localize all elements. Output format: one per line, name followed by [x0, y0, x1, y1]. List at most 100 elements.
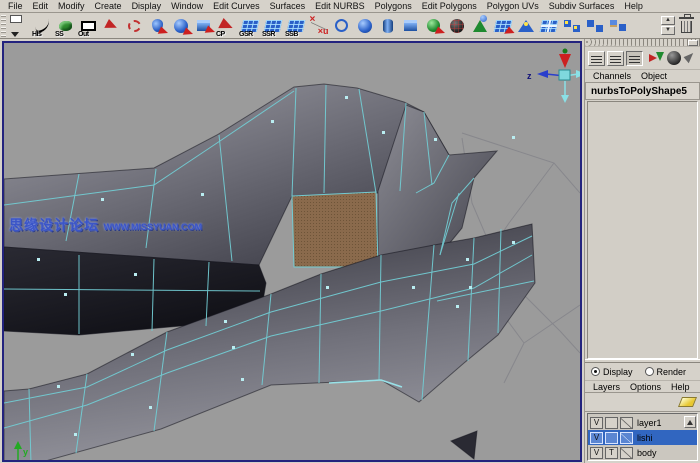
ssr-button[interactable]: SSR [261, 14, 284, 38]
layer-color-swatch[interactable] [620, 447, 633, 459]
menu-create[interactable]: Create [90, 1, 127, 11]
texture-sphere-icon-glyph [450, 19, 464, 33]
menu-subdiv-surfaces[interactable]: Subdiv Surfaces [544, 1, 620, 11]
layer-name: body [635, 448, 657, 458]
viewport-area: z y 思缘设计论坛 WWW.MISSYUAN.COM [0, 39, 584, 463]
nurbs-circle-icon[interactable] [330, 14, 353, 38]
perspective-viewport[interactable]: z y 思缘设计论坛 WWW.MISSYUAN.COM [2, 41, 582, 462]
menu-edit-polygons[interactable]: Edit Polygons [417, 1, 482, 11]
menu-bar: FileEditModifyCreateDisplayWindowEdit Cu… [0, 0, 700, 13]
duplicate-face-icon[interactable] [560, 14, 583, 38]
panel-grip[interactable] [585, 39, 700, 47]
shelf-spinner: ▲ ▼ [661, 16, 675, 35]
template-toggle[interactable] [605, 417, 618, 429]
layer-menu-options[interactable]: Options [626, 382, 665, 392]
visibility-toggle[interactable]: V [590, 417, 603, 429]
texture-sphere-icon[interactable] [445, 14, 468, 38]
menu-file[interactable]: File [3, 1, 28, 11]
extrude-face-icon[interactable] [606, 14, 629, 38]
outline-button[interactable]: Out [77, 14, 100, 38]
layer-menu-help[interactable]: Help [667, 382, 694, 392]
sphere-primitive-icon-glyph [358, 19, 372, 33]
display-radio[interactable]: Display [591, 367, 633, 377]
object-name[interactable]: nurbsToPolyShape5 [585, 83, 700, 100]
layer-menu-layers[interactable]: Layers [589, 382, 624, 392]
layer-editor: Display Render LayersOptionsHelp Vlayer1… [585, 363, 700, 463]
history-button[interactable]: His [31, 14, 54, 38]
template-toggle[interactable] [605, 432, 618, 444]
new-layer-icon[interactable] [678, 397, 697, 407]
menu-window[interactable]: Window [166, 1, 208, 11]
menu-polygons[interactable]: Polygons [370, 1, 417, 11]
shelf-end-controls: ▲ ▼ [661, 16, 700, 35]
smooth-shade-button[interactable]: SS [54, 14, 77, 38]
ep-curve-icon[interactable] [307, 14, 330, 38]
cube-primitive-icon[interactable] [399, 14, 422, 38]
sphere-primitive-icon[interactable] [353, 14, 376, 38]
paint-select-icon[interactable] [146, 14, 169, 38]
panel-collapse-button[interactable] [688, 40, 698, 46]
lasso-tool-icon[interactable] [123, 14, 146, 38]
nurbs-circle-icon-glyph [335, 19, 348, 32]
rotate-tool-icon[interactable] [169, 14, 192, 38]
move-tool-icon[interactable] [192, 14, 215, 38]
radio-circle-icon [591, 367, 600, 376]
mesh-fragment [451, 431, 477, 459]
menu-modify[interactable]: Modify [53, 1, 90, 11]
render-radio[interactable]: Render [645, 367, 687, 377]
menu-edit[interactable]: Edit [28, 1, 54, 11]
z-axis-label: z [527, 71, 532, 81]
viewport-canvas[interactable]: z y [4, 43, 580, 460]
layout-list-icon-1[interactable] [588, 51, 605, 66]
channel-box-menu: ChannelsObject [585, 69, 700, 83]
channel-menu-object[interactable]: Object [637, 71, 671, 81]
shelf-grip[interactable] [1, 15, 6, 37]
layer-row-lishi[interactable]: Vlishi [588, 430, 697, 445]
layer-mode-radios: Display Render [585, 363, 700, 380]
channel-menu-channels[interactable]: Channels [589, 71, 635, 81]
project-sphere-icon-glyph [427, 19, 440, 32]
menu-edit-nurbs[interactable]: Edit NURBS [310, 1, 370, 11]
layout-list-icon-2[interactable] [607, 51, 624, 66]
layer-color-swatch[interactable] [620, 432, 633, 444]
cp-button[interactable]: CP [215, 14, 238, 38]
cone-primitive-icon[interactable] [468, 14, 491, 38]
select-tool-icon[interactable] [100, 14, 123, 38]
shelf-tab-selector[interactable] [8, 14, 28, 38]
project-plane-icon[interactable] [491, 14, 514, 38]
render-globe-icon[interactable] [667, 51, 681, 65]
cone-primitive-icon-glyph [473, 20, 487, 32]
move-manipulator[interactable]: z [527, 49, 580, 104]
menu-display[interactable]: Display [127, 1, 167, 11]
spinner-down-button[interactable]: ▼ [661, 26, 675, 35]
menu-polygon-uvs[interactable]: Polygon UVs [482, 1, 544, 11]
layer-row-body[interactable]: VTbody [588, 445, 697, 460]
select-tool-icon-glyph [104, 19, 118, 33]
extract-face-icon[interactable] [583, 14, 606, 38]
ssb-button[interactable]: SSB [284, 14, 307, 38]
layer-row-layer1[interactable]: Vlayer1 [588, 415, 697, 430]
layer-color-swatch[interactable] [620, 417, 633, 429]
trash-icon[interactable] [681, 21, 692, 33]
visibility-toggle[interactable]: V [590, 432, 603, 444]
polygon-mesh[interactable] [4, 84, 535, 460]
layer-name: layer1 [635, 418, 662, 428]
menu-surfaces[interactable]: Surfaces [265, 1, 311, 11]
template-toggle[interactable]: T [605, 447, 618, 459]
manipulator-center [559, 70, 570, 80]
cylinder-primitive-icon[interactable] [376, 14, 399, 38]
select-pointer-icon[interactable] [683, 51, 697, 65]
move-tool-icon-glyph [197, 20, 210, 31]
visibility-toggle[interactable]: V [590, 447, 603, 459]
gsr-button[interactable]: GSR [238, 14, 261, 38]
spinner-up-button[interactable]: ▲ [661, 16, 675, 25]
layer-scroll-up-button[interactable] [684, 416, 696, 428]
menu-edit-curves[interactable]: Edit Curves [208, 1, 265, 11]
menu-help[interactable]: Help [619, 1, 648, 11]
project-sphere-icon[interactable] [422, 14, 445, 38]
pyramid-icon[interactable] [514, 14, 537, 38]
grid-plus-icon[interactable] [537, 14, 560, 38]
layout-list-icon-3[interactable] [626, 51, 643, 66]
cube-primitive-icon-glyph [404, 20, 417, 31]
manipulator-mode-icon[interactable] [649, 51, 665, 66]
